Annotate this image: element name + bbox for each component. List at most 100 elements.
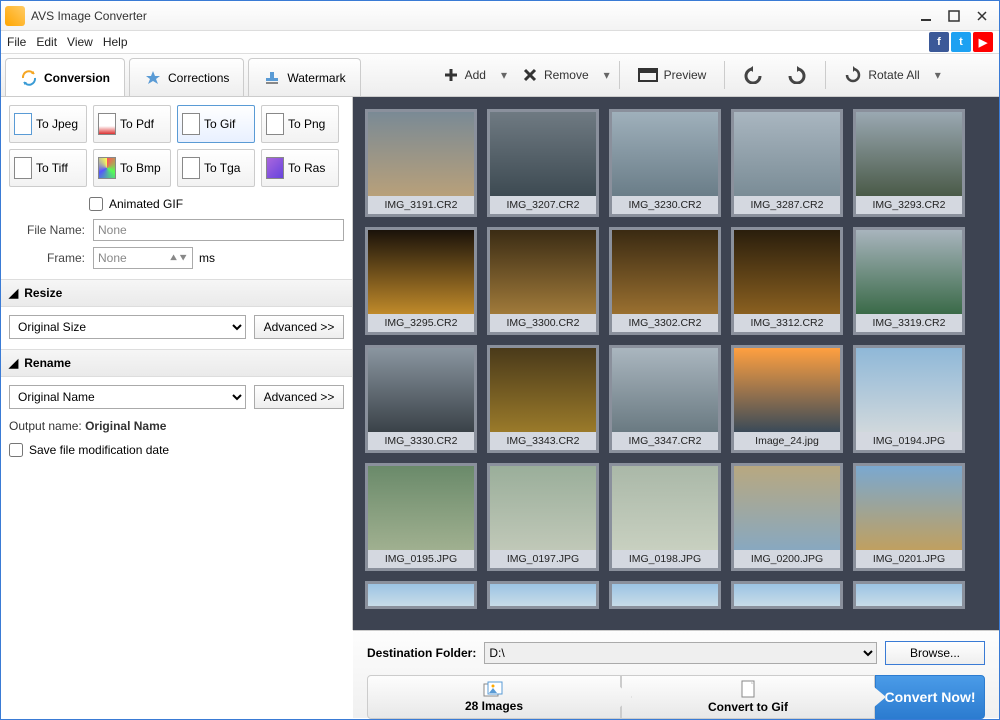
resize-header[interactable]: ◢Resize xyxy=(1,279,352,307)
destination-combo[interactable]: D:\ xyxy=(484,642,877,664)
thumbnail[interactable]: IMG_3207.CR2 xyxy=(487,109,599,217)
convert-now-button[interactable]: Convert Now! xyxy=(875,675,985,719)
menu-edit[interactable]: Edit xyxy=(36,35,57,49)
thumb-caption: IMG_3191.CR2 xyxy=(368,196,474,214)
thumb-image xyxy=(856,466,962,550)
file-name-label: File Name: xyxy=(9,223,85,237)
thumbnail[interactable] xyxy=(853,581,965,609)
rotate-all-dropdown[interactable]: ▾ xyxy=(932,68,944,82)
thumbnail[interactable]: IMG_0201.JPG xyxy=(853,463,965,571)
menu-help[interactable]: Help xyxy=(103,35,128,49)
rotate-left-button[interactable] xyxy=(735,62,771,88)
remove-dropdown[interactable]: ▾ xyxy=(601,68,613,82)
stamp-icon xyxy=(263,69,281,87)
thumbnail[interactable]: IMG_0195.JPG xyxy=(365,463,477,571)
thumbnail[interactable]: IMG_3295.CR2 xyxy=(365,227,477,335)
thumbnail[interactable]: IMG_0198.JPG xyxy=(609,463,721,571)
thumb-image xyxy=(856,348,962,432)
animated-gif-checkbox[interactable] xyxy=(89,197,103,211)
thumb-image xyxy=(490,348,596,432)
format-bmp[interactable]: To Bmp xyxy=(93,149,171,187)
thumbnail[interactable]: IMG_3343.CR2 xyxy=(487,345,599,453)
rename-header[interactable]: ◢Rename xyxy=(1,349,352,377)
thumbnail[interactable]: IMG_0197.JPG xyxy=(487,463,599,571)
thumb-caption: IMG_0198.JPG xyxy=(612,550,718,568)
format-ras[interactable]: To Ras xyxy=(261,149,339,187)
menu-view[interactable]: View xyxy=(67,35,93,49)
thumb-caption: IMG_3230.CR2 xyxy=(612,196,718,214)
frame-spinner[interactable]: None⯅⯆ xyxy=(93,247,193,269)
thumb-image xyxy=(368,112,474,196)
thumbnail[interactable] xyxy=(609,581,721,609)
destination-label: Destination Folder: xyxy=(367,646,476,660)
thumb-image xyxy=(612,348,718,432)
jpeg-icon xyxy=(14,113,32,135)
format-jpeg[interactable]: To Jpeg xyxy=(9,105,87,143)
rename-advanced-button[interactable]: Advanced >> xyxy=(254,385,344,409)
thumb-caption: Image_24.jpg xyxy=(734,432,840,450)
thumbnail[interactable] xyxy=(731,581,843,609)
format-tga[interactable]: To Tga xyxy=(177,149,255,187)
plus-icon xyxy=(443,67,459,83)
thumb-image xyxy=(368,466,474,550)
thumbnail[interactable] xyxy=(365,581,477,609)
ras-icon xyxy=(266,157,284,179)
rotate-all-button[interactable]: Rotate All xyxy=(836,62,927,88)
thumb-image xyxy=(734,584,840,606)
menu-file[interactable]: File xyxy=(7,35,26,49)
minimize-button[interactable] xyxy=(913,7,939,25)
menu-bar: File Edit View Help f t ▶ xyxy=(1,31,999,53)
thumbnail[interactable]: IMG_0200.JPG xyxy=(731,463,843,571)
thumb-image xyxy=(734,230,840,314)
thumb-image xyxy=(612,112,718,196)
resize-combo[interactable]: Original Size xyxy=(9,315,246,339)
twitter-icon[interactable]: t xyxy=(951,32,971,52)
browse-button[interactable]: Browse... xyxy=(885,641,985,665)
thumbnail[interactable]: IMG_3302.CR2 xyxy=(609,227,721,335)
gallery-scroll[interactable]: IMG_3191.CR2 IMG_3207.CR2 IMG_3230.CR2 IMG_… xyxy=(353,97,999,630)
thumb-caption: IMG_3347.CR2 xyxy=(612,432,718,450)
thumbnail[interactable] xyxy=(487,581,599,609)
add-dropdown[interactable]: ▾ xyxy=(498,68,510,82)
rename-combo[interactable]: Original Name xyxy=(9,385,246,409)
thumb-image xyxy=(856,230,962,314)
thumb-image xyxy=(856,584,962,606)
thumbnail[interactable]: IMG_3319.CR2 xyxy=(853,227,965,335)
thumb-caption: IMG_3330.CR2 xyxy=(368,432,474,450)
rotate-right-button[interactable] xyxy=(779,62,815,88)
thumbnail[interactable]: IMG_3347.CR2 xyxy=(609,345,721,453)
thumbnail[interactable]: IMG_3300.CR2 xyxy=(487,227,599,335)
save-mod-date-checkbox[interactable] xyxy=(9,443,23,457)
thumb-caption: IMG_0200.JPG xyxy=(734,550,840,568)
thumbnail[interactable]: IMG_3293.CR2 xyxy=(853,109,965,217)
preview-button[interactable]: Preview xyxy=(630,64,715,86)
remove-button[interactable]: Remove xyxy=(514,63,597,87)
thumbnail[interactable]: IMG_3287.CR2 xyxy=(731,109,843,217)
facebook-icon[interactable]: f xyxy=(929,32,949,52)
file-name-input[interactable] xyxy=(93,219,344,241)
refresh-icon xyxy=(20,69,38,87)
x-icon xyxy=(522,67,538,83)
close-button[interactable] xyxy=(969,7,995,25)
thumbnail[interactable]: IMG_0194.JPG xyxy=(853,345,965,453)
add-button[interactable]: Add xyxy=(435,63,494,87)
tab-conversion[interactable]: Conversion xyxy=(5,58,125,96)
format-tiff[interactable]: To Tiff xyxy=(9,149,87,187)
format-png[interactable]: To Png xyxy=(261,105,339,143)
youtube-icon[interactable]: ▶ xyxy=(973,32,993,52)
thumbnail[interactable]: IMG_3312.CR2 xyxy=(731,227,843,335)
thumb-image xyxy=(856,112,962,196)
animated-gif-label: Animated GIF xyxy=(109,197,183,211)
thumbnail[interactable]: Image_24.jpg xyxy=(731,345,843,453)
thumb-image xyxy=(368,348,474,432)
thumb-image xyxy=(490,112,596,196)
format-gif[interactable]: To Gif xyxy=(177,105,255,143)
resize-advanced-button[interactable]: Advanced >> xyxy=(254,315,344,339)
maximize-button[interactable] xyxy=(941,7,967,25)
tab-corrections[interactable]: Corrections xyxy=(129,58,244,96)
thumbnail[interactable]: IMG_3230.CR2 xyxy=(609,109,721,217)
thumbnail[interactable]: IMG_3330.CR2 xyxy=(365,345,477,453)
thumbnail[interactable]: IMG_3191.CR2 xyxy=(365,109,477,217)
format-pdf[interactable]: To Pdf xyxy=(93,105,171,143)
tab-watermark[interactable]: Watermark xyxy=(248,58,360,96)
